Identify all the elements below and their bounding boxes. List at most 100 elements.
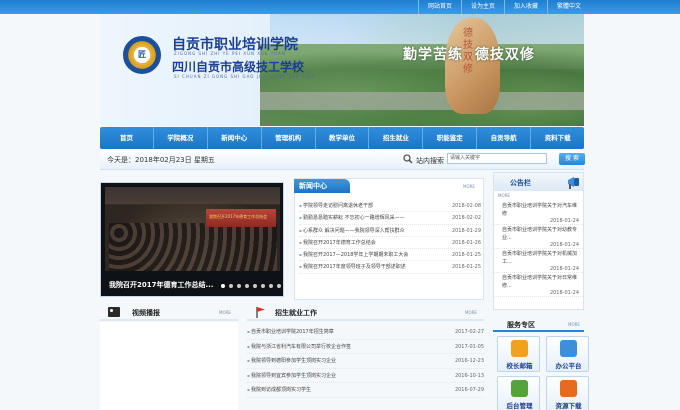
service-more-link[interactable]: MORE [568,322,580,327]
principal-mailbox-button[interactable]: 校长邮箱 [497,336,540,372]
list-item[interactable]: 勤勤恳恳踏实耕耘 不忘初心一路增辉风采—— 2018-02-02 [299,212,481,225]
admin-backend-button[interactable]: 后台管理 [497,376,540,410]
resource-download-button[interactable]: 资源下载 [546,376,589,410]
slide-dot[interactable] [221,284,225,288]
video-title[interactable]: 视频播报 [132,308,160,318]
notice-item-title: 自贡市职业培训学院关于对幼教专业... [502,227,578,241]
news-more-link[interactable]: MORE [463,184,475,189]
list-item[interactable]: 我院召开2017年德育工作总结会 2018-01-26 [299,237,481,250]
nav-admin[interactable]: 管理机构 [262,127,316,149]
slide-dot[interactable] [237,284,241,288]
search-button[interactable]: 搜 索 [559,153,585,165]
search-label: 站内搜索 [416,157,444,165]
employment-item-date: 2016-07-29 [454,387,484,393]
notice-more-link[interactable]: MORE [498,193,510,198]
employment-item-date: 2017-01-05 [454,343,484,350]
slide-dot[interactable] [229,284,233,288]
notice-item-title: 自贡市职业培训学院关于对机械加工... [502,251,578,265]
news-date: 2018-02-02 [451,215,481,222]
nav-teaching[interactable]: 教学单位 [316,127,370,149]
slide-dot[interactable] [245,284,249,288]
employment-header: 招生就业工作 MORE [247,303,484,321]
slide-dot[interactable] [261,284,265,288]
news-title: 我院召开2017年德育工作总结会 [299,237,439,248]
notice-item-title: 自贡市职业培训学院关于对日常维修... [502,275,578,289]
list-item[interactable]: 自贡市职业培训学院关于对汽车维修 2018-01-24 [494,201,583,225]
slide-dot[interactable] [269,284,273,288]
service-header: 服务专区 MORE [493,316,584,332]
notice-title[interactable]: 公告栏 [510,178,531,188]
top-link-favorite[interactable]: 加入收藏 [503,0,547,14]
date-search-bar: 今天是：2018年02月23日 星期五 站内搜索 请输入关键字 搜 索 [100,150,585,170]
employment-item-title: 我院与浙江省利汽车有限公司举行校企合作签 [247,340,437,354]
slide-dots [221,284,281,288]
employment-item-title: 我院领导到宜宾参加学生顶岗实习企业 [247,369,437,383]
notice-board: 公告栏 MORE 自贡市职业培训学院关于对汽车维修 2018-01-24 自贡市职… [493,172,584,310]
top-link-set-homepage[interactable]: 设为主页 [460,0,504,14]
banner-slogan: 勤学苦练 德技双修 [403,47,535,63]
list-item[interactable]: 学院领导走访慰问离退休老干部 2018-02-08 [299,200,481,213]
nav-overview[interactable]: 学院概况 [154,127,208,149]
desk-icon [560,340,577,357]
employment-item-date: 2016-10-13 [454,372,484,379]
nav-home[interactable]: 首页 [100,127,154,149]
slide-dot[interactable] [253,284,257,288]
school-pinyin-1: ZIGONG SHI ZHI YE PEI XUN XUE YUAN [174,51,286,56]
gear-icon [511,380,528,397]
news-date: 2018-02-08 [451,203,481,209]
list-item[interactable]: 我院到访成都顶岗实习学生 2016-07-29 [247,383,484,398]
notice-list: 自贡市职业培训学院关于对汽车维修 2018-01-24 自贡市职业培训学院关于对幼… [494,201,583,297]
top-link-traditional[interactable]: 繁體中文 [546,0,590,14]
list-item[interactable]: 我院领导到德阳参加学生顶岗实习企业 2016-12-23 [247,354,484,369]
list-item[interactable]: 自贡市职业培训学院2017年招生简章 2017-02-27 [247,325,484,340]
search-input[interactable]: 请输入关键字 [447,153,547,164]
slide-audience [109,223,277,271]
nav-guide[interactable]: 自贡导航 [477,127,532,149]
banner-wall [260,92,584,110]
list-item[interactable]: 自贡市职业培训学院关于对机械加工... 2018-01-24 [494,249,583,273]
video-more-link[interactable]: MORE [219,310,231,315]
list-item[interactable]: 我院召开2017—2018学年上学期期末职工大会 2018-01-25 [299,249,481,262]
school-name-2: 四川自贡市高级技工学校 [172,60,305,74]
employment-title[interactable]: 招生就业工作 [275,308,317,318]
notice-item-title: 自贡市职业培训学院关于对汽车维修 [502,203,578,217]
news-title: 我院召开2017年度领导班子及领导干部述职述 [299,261,439,272]
download-icon [560,380,577,397]
employment-item-title: 我院到访成都顶岗实习学生 [247,383,437,397]
employment-item-title: 我院领导到德阳参加学生顶岗实习企业 [247,354,437,368]
logo-emblem-icon: 匠 [134,47,150,63]
employment-more-link[interactable]: MORE [465,310,477,315]
nav-downloads[interactable]: 资料下载 [531,127,584,149]
nav-appraisal[interactable]: 职能鉴定 [423,127,478,149]
slide-dot[interactable] [277,284,281,288]
video-area[interactable] [100,322,238,410]
office-platform-button[interactable]: 办公平台 [546,336,589,372]
employment-item-date: 2017-02-27 [454,329,484,335]
school-logo[interactable]: 匠 [123,36,161,74]
list-item[interactable]: 心系群众 解决问题——我院领导深入帮扶群众 2018-01-29 [299,225,481,237]
list-item[interactable]: 自贡市职业培训学院关于对日常维修... 2018-01-24 [494,273,583,297]
news-date: 2018-01-29 [451,227,481,234]
list-item[interactable]: 我院领导到宜宾参加学生顶岗实习企业 2016-10-13 [247,369,484,383]
list-item[interactable]: 我院与浙江省利汽车有限公司举行校企合作签 2017-01-05 [247,340,484,354]
top-link-home[interactable]: 网站首页 [417,0,461,14]
flag-icon [256,307,265,318]
list-item[interactable]: 自贡市职业培训学院关于对幼教专业... 2018-01-24 [494,225,583,249]
nav-news[interactable]: 新闻中心 [208,127,262,149]
notice-item-date: 2018-01-24 [549,290,579,296]
news-slideshow[interactable]: 我院召开2017年德育工作总结会 我院召开2017年德育工作总结... [100,182,284,297]
service-label: 校长邮箱 [506,362,533,370]
current-date: 今天是：2018年02月23日 星期五 [107,156,215,164]
nav-enrollment[interactable]: 招生就业 [369,127,424,149]
service-label: 办公平台 [555,362,582,370]
news-center-tab[interactable]: 新闻中心 [294,179,350,193]
slide-caption[interactable]: 我院召开2017年德育工作总结... [109,280,213,290]
list-item[interactable]: 我院召开2017年度领导班子及领导干部述职述 2018-01-25 [299,261,481,274]
school-pinyin-2: SI CHUAN ZI GONG SHI GAO JI JI GONG XUE … [174,74,316,79]
main-nav: 首页 学院概况 新闻中心 管理机构 教学单位 招生就业 职能鉴定 自贡导航 资料… [100,127,584,149]
employment-list: 自贡市职业培训学院2017年招生简章 2017-02-27 我院与浙江省利汽车有限… [247,325,484,398]
megaphone-icon [568,177,579,189]
news-date: 2018-01-25 [451,252,481,259]
service-label: 资源下载 [555,402,582,410]
top-links: 网站首页 设为主页 加入收藏 繁體中文 [417,0,590,14]
